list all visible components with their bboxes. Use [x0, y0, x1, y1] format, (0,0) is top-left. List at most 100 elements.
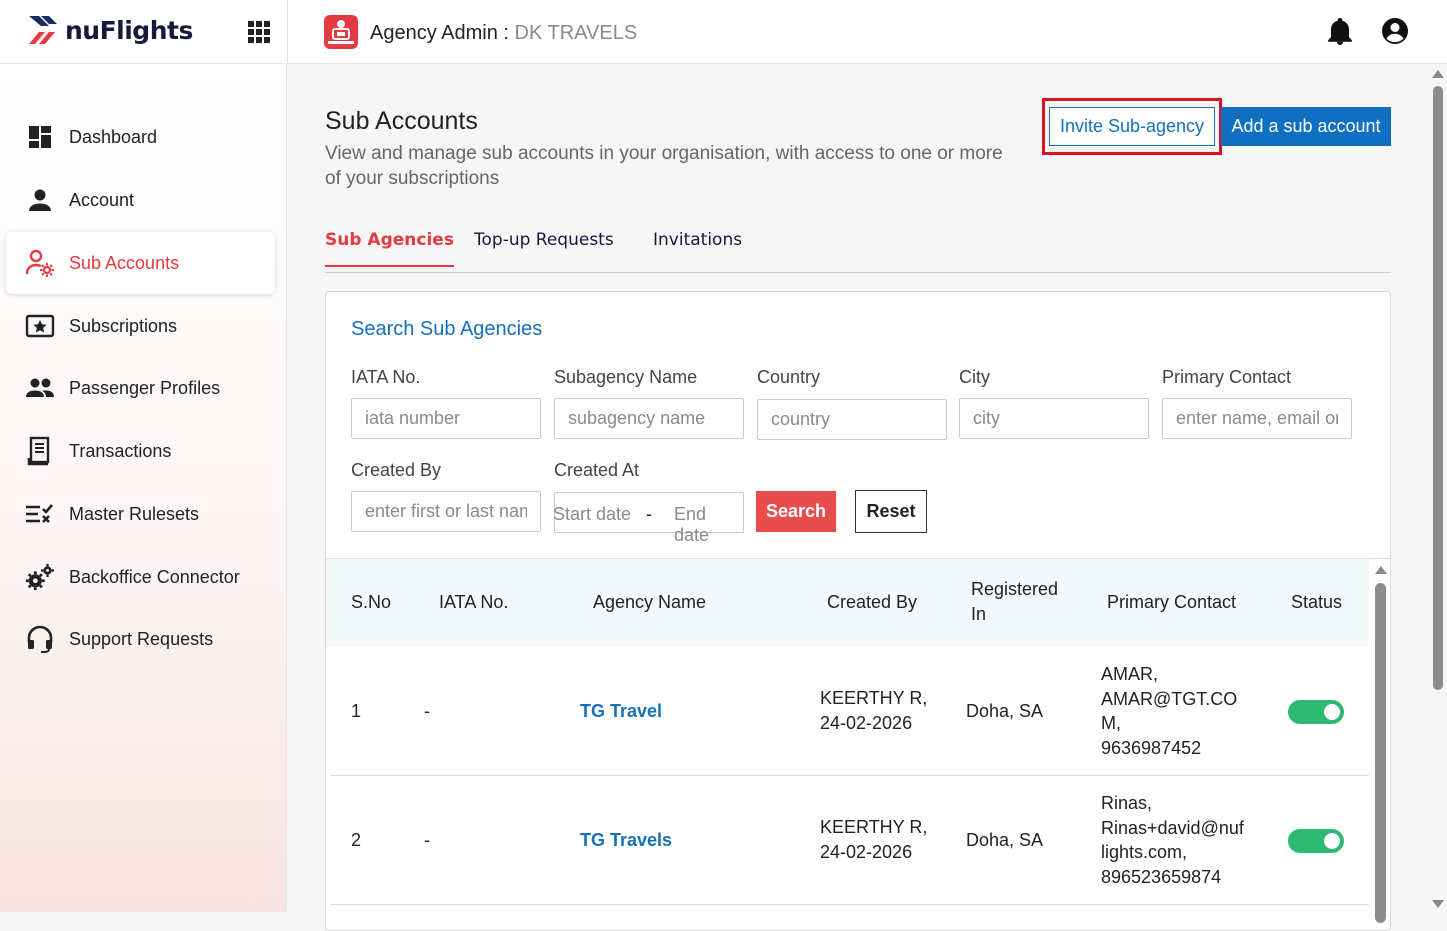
sidebar-item-subscriptions[interactable]: Subscriptions	[6, 295, 275, 357]
subscriptions-icon	[25, 311, 55, 341]
search-button[interactable]: Search	[756, 491, 836, 532]
cell-registered-in: Doha, SA	[966, 701, 1044, 721]
sidebar-item-label: Dashboard	[69, 126, 158, 147]
reset-button[interactable]: Reset	[855, 490, 927, 533]
people-icon	[25, 373, 55, 403]
sidebar-item-passenger-profiles[interactable]: Passenger Profiles	[6, 357, 275, 419]
tab-top-up-requests[interactable]: Top-up Requests	[474, 230, 614, 265]
contact-line: Rinas,	[1101, 793, 1153, 813]
primary-contact-input[interactable]	[1162, 398, 1352, 439]
sidebar-item-backoffice-connector[interactable]: Backoffice Connector	[6, 546, 275, 608]
col-registered-in-line2: In	[971, 604, 987, 624]
contact-line: Rinas+david@nuf	[1101, 817, 1244, 838]
sidebar-item-label: Master Rulesets	[69, 503, 200, 524]
subagency-input[interactable]	[554, 398, 744, 439]
sidebar-item-label: Sub Accounts	[69, 252, 180, 273]
invite-sub-agency-button[interactable]: Invite Sub-agency	[1049, 107, 1215, 146]
headset-icon	[25, 624, 55, 654]
cell-created-by: KEERTHY R, 24-02-2026	[820, 686, 927, 735]
rules-icon	[25, 499, 55, 529]
sidebar-item-label: Backoffice Connector	[69, 566, 240, 587]
status-toggle[interactable]	[1288, 829, 1344, 853]
page-scrollbar[interactable]	[1429, 64, 1447, 912]
sidebar-item-transactions[interactable]: Transactions	[6, 420, 275, 482]
sidebar: Dashboard Account Sub Accounts Subscript…	[0, 64, 287, 912]
logo-text: nuFlights	[65, 15, 193, 45]
contact-line: AMAR,	[1101, 664, 1159, 684]
scroll-up-arrow-icon[interactable]	[1432, 70, 1444, 78]
dashboard-icon	[25, 122, 55, 152]
sidebar-item-master-rulesets[interactable]: Master Rulesets	[6, 483, 275, 545]
col-primary-contact: Primary Contact	[1107, 592, 1237, 612]
sidebar-item-label: Support Requests	[69, 628, 214, 649]
cell-primary-contact: AMAR, AMAR@TGT.CO M, 9636987452	[1101, 662, 1237, 760]
start-date-input[interactable]: Start date	[553, 504, 631, 525]
nuflights-logo[interactable]: nuFlights	[27, 12, 193, 48]
add-sub-account-button[interactable]: Add a sub account	[1221, 107, 1391, 146]
page-description: View and manage sub accounts in your org…	[325, 143, 1003, 189]
created-by-input[interactable]	[351, 491, 541, 532]
city-label: City	[959, 367, 990, 387]
sidebar-item-label: Subscriptions	[69, 315, 178, 336]
iata-label: IATA No.	[351, 367, 421, 387]
agency-title: Agency Admin : DK TRAVELS	[370, 22, 637, 45]
sidebar-item-label: Transactions	[69, 440, 172, 461]
created-by-date: 24-02-2026	[820, 712, 913, 733]
user-account-icon[interactable]	[1381, 17, 1409, 50]
end-date-input[interactable]: End date	[674, 504, 743, 546]
city-input[interactable]	[959, 398, 1149, 439]
cell-primary-contact: Rinas, Rinas+david@nuf lights.com, 89652…	[1101, 791, 1244, 889]
header-divider	[287, 0, 288, 64]
sidebar-item-dashboard[interactable]: Dashboard	[6, 106, 275, 168]
agency-name-link[interactable]: TG Travels	[580, 828, 672, 853]
table-row: 2 - TG Travels KEERTHY R, 24-02-2026 Doh…	[330, 776, 1369, 905]
created-at-label: Created At	[554, 460, 640, 480]
scroll-up-arrow-icon[interactable]	[1375, 566, 1387, 574]
cell-sno: 2	[351, 830, 362, 850]
contact-line: lights.com,	[1101, 842, 1188, 862]
col-status: Status	[1291, 592, 1343, 612]
sidebar-item-account[interactable]: Account	[6, 169, 275, 231]
iata-input[interactable]	[351, 398, 541, 439]
col-registered-in-line1: Registered	[971, 579, 1059, 599]
agency-name: DK TRAVELS	[514, 22, 638, 44]
tab-sub-agencies[interactable]: Sub Agencies	[325, 230, 454, 267]
contact-line: 9636987452	[1101, 737, 1202, 758]
scroll-down-arrow-icon[interactable]	[1432, 900, 1444, 908]
created-by-label: Created By	[351, 460, 442, 480]
col-sno: S.No	[351, 592, 392, 612]
sub-accounts-icon	[25, 248, 55, 278]
date-separator: -	[646, 504, 652, 524]
col-registered-in: Registered In	[971, 577, 1058, 627]
scrollbar-thumb[interactable]	[1375, 583, 1386, 923]
notifications-bell-icon[interactable]	[1327, 18, 1353, 51]
col-created-by: Created By	[827, 592, 918, 612]
sidebar-item-sub-accounts[interactable]: Sub Accounts	[6, 232, 275, 294]
scrollbar-thumb[interactable]	[1433, 86, 1443, 690]
cell-sno: 1	[351, 701, 362, 721]
created-by-name: KEERTHY R,	[820, 688, 928, 708]
contact-line: 896523659874	[1101, 866, 1222, 887]
country-input[interactable]	[757, 399, 947, 440]
agency-logo	[324, 15, 358, 49]
nuflights-logo-icon	[29, 16, 57, 44]
apps-grid-icon[interactable]	[248, 21, 270, 43]
tab-invitations[interactable]: Invitations	[653, 230, 742, 265]
sub-agencies-table: S.No IATA No. Agency Name Created By Reg…	[326, 558, 1390, 930]
cell-iata: -	[424, 701, 430, 721]
agency-name-link[interactable]: TG Travel	[580, 699, 662, 724]
table-scrollbar[interactable]	[1371, 559, 1390, 930]
receipt-icon	[25, 436, 55, 466]
primary-contact-label: Primary Contact	[1162, 367, 1292, 387]
sidebar-item-support-requests[interactable]: Support Requests	[6, 608, 275, 670]
table-header: S.No IATA No. Agency Name Created By Reg…	[326, 559, 1369, 647]
status-toggle[interactable]	[1288, 700, 1344, 724]
sidebar-item-label: Passenger Profiles	[69, 377, 221, 398]
created-by-date: 24-02-2026	[820, 841, 913, 862]
created-at-date-range[interactable]: Start date - End date	[553, 492, 744, 545]
created-by-name: KEERTHY R,	[820, 817, 928, 837]
contact-line: M,	[1101, 713, 1121, 733]
cell-registered-in: Doha, SA	[966, 830, 1044, 850]
agency-title-prefix: Agency Admin :	[370, 22, 515, 44]
col-agency-name: Agency Name	[593, 592, 707, 612]
